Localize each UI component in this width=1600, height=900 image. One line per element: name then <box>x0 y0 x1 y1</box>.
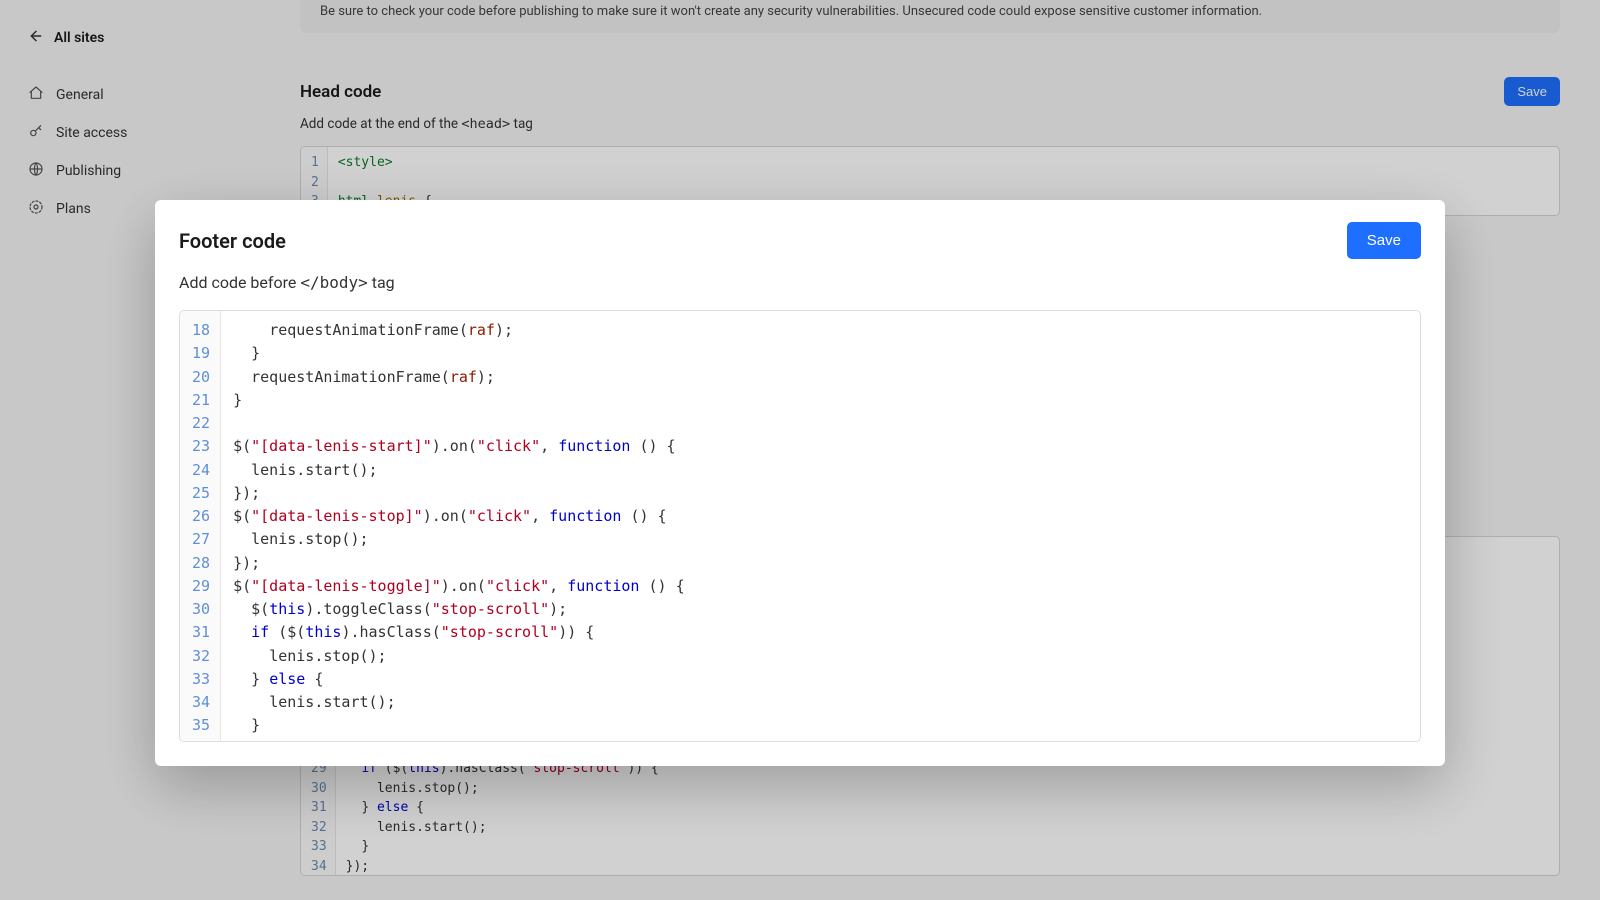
modal-description: Add code before </body> tag <box>179 273 1421 292</box>
line-gutter: 18 19 20 21 22 23 24 25 26 27 28 29 30 3… <box>180 311 221 741</box>
modal-title: Footer code <box>179 229 286 253</box>
footer-code-modal: Footer code Save Add code before </body>… <box>155 200 1445 766</box>
modal-backdrop[interactable]: Footer code Save Add code before </body>… <box>0 0 1600 900</box>
footer-code-editor[interactable]: 18 19 20 21 22 23 24 25 26 27 28 29 30 3… <box>179 310 1421 742</box>
save-button[interactable]: Save <box>1347 222 1421 259</box>
code-area[interactable]: requestAnimationFrame(raf); } requestAni… <box>221 311 1420 741</box>
